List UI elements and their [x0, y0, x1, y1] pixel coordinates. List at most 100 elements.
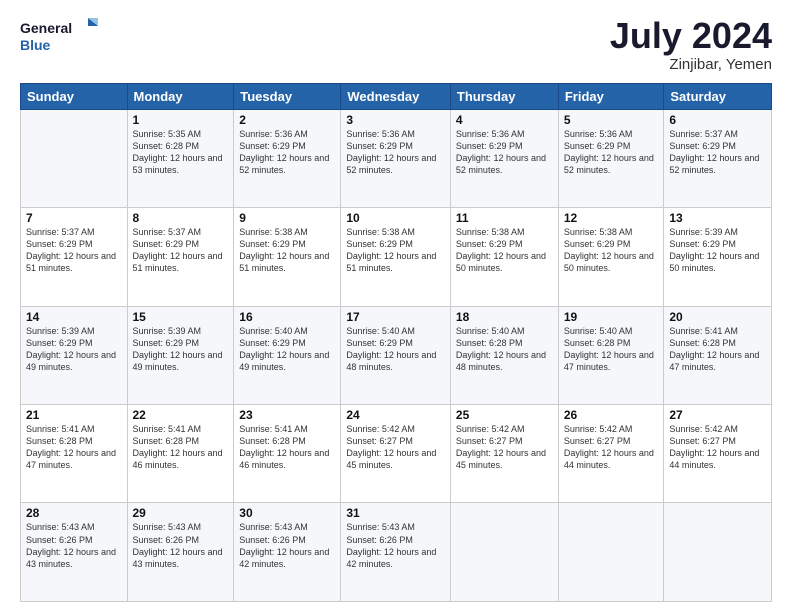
cell-details: Sunrise: 5:43 AMSunset: 6:26 PMDaylight:… [346, 521, 445, 570]
col-sunday: Sunday [21, 83, 128, 109]
cell-details: Sunrise: 5:42 AMSunset: 6:27 PMDaylight:… [564, 423, 659, 472]
day-number: 7 [26, 211, 122, 225]
cell-details: Sunrise: 5:37 AMSunset: 6:29 PMDaylight:… [669, 128, 766, 177]
table-row: 7Sunrise: 5:37 AMSunset: 6:29 PMDaylight… [21, 208, 128, 306]
logo-svg: General Blue [20, 16, 100, 58]
col-tuesday: Tuesday [234, 83, 341, 109]
table-row: 25Sunrise: 5:42 AMSunset: 6:27 PMDayligh… [450, 405, 558, 503]
cell-details: Sunrise: 5:38 AMSunset: 6:29 PMDaylight:… [456, 226, 553, 275]
table-row: 12Sunrise: 5:38 AMSunset: 6:29 PMDayligh… [558, 208, 664, 306]
day-number: 26 [564, 408, 659, 422]
table-row: 26Sunrise: 5:42 AMSunset: 6:27 PMDayligh… [558, 405, 664, 503]
day-number: 6 [669, 113, 766, 127]
table-row: 27Sunrise: 5:42 AMSunset: 6:27 PMDayligh… [664, 405, 772, 503]
day-number: 30 [239, 506, 335, 520]
day-number: 21 [26, 408, 122, 422]
day-number: 8 [133, 211, 229, 225]
day-number: 5 [564, 113, 659, 127]
cell-details: Sunrise: 5:36 AMSunset: 6:29 PMDaylight:… [456, 128, 553, 177]
table-row: 2Sunrise: 5:36 AMSunset: 6:29 PMDaylight… [234, 109, 341, 207]
col-saturday: Saturday [664, 83, 772, 109]
col-friday: Friday [558, 83, 664, 109]
cell-details: Sunrise: 5:40 AMSunset: 6:28 PMDaylight:… [564, 325, 659, 374]
cell-details: Sunrise: 5:36 AMSunset: 6:29 PMDaylight:… [564, 128, 659, 177]
table-row: 24Sunrise: 5:42 AMSunset: 6:27 PMDayligh… [341, 405, 451, 503]
day-number: 13 [669, 211, 766, 225]
table-row: 20Sunrise: 5:41 AMSunset: 6:28 PMDayligh… [664, 306, 772, 404]
table-row: 30Sunrise: 5:43 AMSunset: 6:26 PMDayligh… [234, 503, 341, 602]
day-number: 1 [133, 113, 229, 127]
cell-details: Sunrise: 5:41 AMSunset: 6:28 PMDaylight:… [133, 423, 229, 472]
table-row [21, 109, 128, 207]
table-row: 28Sunrise: 5:43 AMSunset: 6:26 PMDayligh… [21, 503, 128, 602]
table-row: 31Sunrise: 5:43 AMSunset: 6:26 PMDayligh… [341, 503, 451, 602]
table-row: 9Sunrise: 5:38 AMSunset: 6:29 PMDaylight… [234, 208, 341, 306]
day-number: 31 [346, 506, 445, 520]
day-number: 27 [669, 408, 766, 422]
col-monday: Monday [127, 83, 234, 109]
day-number: 24 [346, 408, 445, 422]
day-number: 17 [346, 310, 445, 324]
day-number: 11 [456, 211, 553, 225]
day-number: 10 [346, 211, 445, 225]
table-row: 17Sunrise: 5:40 AMSunset: 6:29 PMDayligh… [341, 306, 451, 404]
table-row: 1Sunrise: 5:35 AMSunset: 6:28 PMDaylight… [127, 109, 234, 207]
cell-details: Sunrise: 5:39 AMSunset: 6:29 PMDaylight:… [133, 325, 229, 374]
table-row: 29Sunrise: 5:43 AMSunset: 6:26 PMDayligh… [127, 503, 234, 602]
cell-details: Sunrise: 5:42 AMSunset: 6:27 PMDaylight:… [669, 423, 766, 472]
day-number: 9 [239, 211, 335, 225]
week-row-1: 1Sunrise: 5:35 AMSunset: 6:28 PMDaylight… [21, 109, 772, 207]
title-block: July 2024 Zinjibar, Yemen [610, 16, 772, 73]
table-row: 11Sunrise: 5:38 AMSunset: 6:29 PMDayligh… [450, 208, 558, 306]
day-number: 20 [669, 310, 766, 324]
calendar-table: Sunday Monday Tuesday Wednesday Thursday… [20, 83, 772, 602]
day-number: 12 [564, 211, 659, 225]
day-number: 28 [26, 506, 122, 520]
day-number: 16 [239, 310, 335, 324]
table-row: 21Sunrise: 5:41 AMSunset: 6:28 PMDayligh… [21, 405, 128, 503]
table-row: 3Sunrise: 5:36 AMSunset: 6:29 PMDaylight… [341, 109, 451, 207]
day-number: 3 [346, 113, 445, 127]
table-row: 13Sunrise: 5:39 AMSunset: 6:29 PMDayligh… [664, 208, 772, 306]
table-row: 8Sunrise: 5:37 AMSunset: 6:29 PMDaylight… [127, 208, 234, 306]
week-row-2: 7 Sunrise: 5:37 AMSunset: 6:29 PMDaylight… [21, 208, 772, 306]
day-number: 4 [456, 113, 553, 127]
col-wednesday: Wednesday [341, 83, 451, 109]
cell-details: Sunrise: 5:40 AMSunset: 6:29 PMDaylight:… [239, 325, 335, 374]
location: Zinjibar, Yemen [610, 56, 772, 73]
table-row: 22Sunrise: 5:41 AMSunset: 6:28 PMDayligh… [127, 405, 234, 503]
svg-text:General: General [20, 20, 72, 36]
day-number: 25 [456, 408, 553, 422]
week-row-4: 21Sunrise: 5:41 AMSunset: 6:28 PMDayligh… [21, 405, 772, 503]
table-row: 14Sunrise: 5:39 AMSunset: 6:29 PMDayligh… [21, 306, 128, 404]
table-row: 10Sunrise: 5:38 AMSunset: 6:29 PMDayligh… [341, 208, 451, 306]
header-row: Sunday Monday Tuesday Wednesday Thursday… [21, 83, 772, 109]
cell-details: Sunrise: 5:36 AMSunset: 6:29 PMDaylight:… [239, 128, 335, 177]
cell-details: Sunrise: 5:37 AMSunset: 6:29 PMDaylight:… [133, 226, 229, 275]
day-number: 29 [133, 506, 229, 520]
cell-details: Sunrise: 5:42 AMSunset: 6:27 PMDaylight:… [346, 423, 445, 472]
cell-details: Sunrise: 5:41 AMSunset: 6:28 PMDaylight:… [239, 423, 335, 472]
cell-details: Sunrise: 5:41 AMSunset: 6:28 PMDaylight:… [26, 423, 122, 472]
month-title: July 2024 [610, 16, 772, 56]
table-row: 6Sunrise: 5:37 AMSunset: 6:29 PMDaylight… [664, 109, 772, 207]
day-number: 19 [564, 310, 659, 324]
table-row: 15Sunrise: 5:39 AMSunset: 6:29 PMDayligh… [127, 306, 234, 404]
cell-details: Sunrise: 5:43 AMSunset: 6:26 PMDaylight:… [26, 521, 122, 570]
table-row [558, 503, 664, 602]
cell-details: Sunrise: 5:43 AMSunset: 6:26 PMDaylight:… [239, 521, 335, 570]
table-row: 18Sunrise: 5:40 AMSunset: 6:28 PMDayligh… [450, 306, 558, 404]
cell-details: Sunrise: 5:38 AMSunset: 6:29 PMDaylight:… [346, 226, 445, 275]
cell-details: Sunrise: 5:40 AMSunset: 6:29 PMDaylight:… [346, 325, 445, 374]
cell-details: Sunrise: 5:43 AMSunset: 6:26 PMDaylight:… [133, 521, 229, 570]
table-row: 5Sunrise: 5:36 AMSunset: 6:29 PMDaylight… [558, 109, 664, 207]
week-row-3: 14Sunrise: 5:39 AMSunset: 6:29 PMDayligh… [21, 306, 772, 404]
header: General Blue July 2024 Zinjibar, Yemen [20, 16, 772, 73]
cell-details: Sunrise: 5:41 AMSunset: 6:28 PMDaylight:… [669, 325, 766, 374]
svg-text:Blue: Blue [20, 37, 51, 53]
week-row-5: 28Sunrise: 5:43 AMSunset: 6:26 PMDayligh… [21, 503, 772, 602]
cell-details: Sunrise: 5:39 AMSunset: 6:29 PMDaylight:… [669, 226, 766, 275]
cell-details: Sunrise: 5:38 AMSunset: 6:29 PMDaylight:… [239, 226, 335, 275]
day-number: 22 [133, 408, 229, 422]
cell-details: Sunrise: 5:40 AMSunset: 6:28 PMDaylight:… [456, 325, 553, 374]
